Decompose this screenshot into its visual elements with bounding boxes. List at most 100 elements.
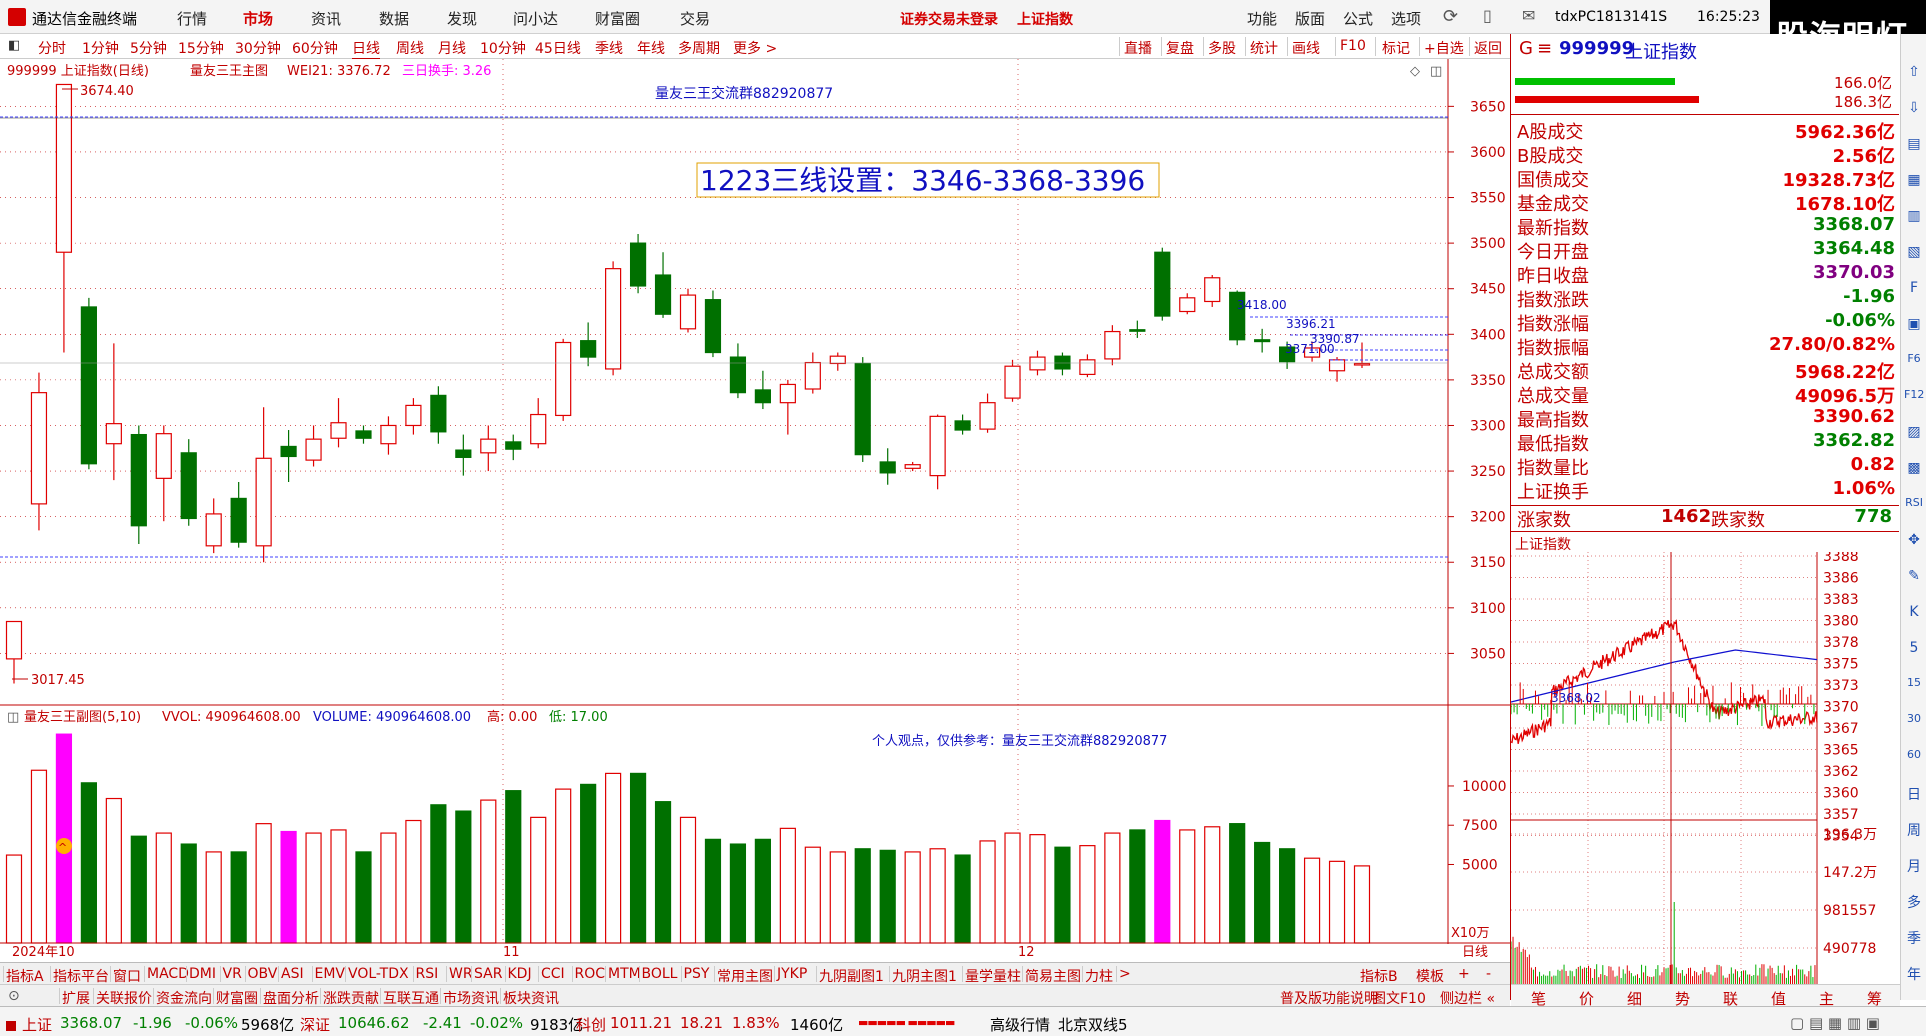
side-年-icon[interactable]: 年	[1904, 964, 1924, 984]
period-tab[interactable]: 周线	[396, 38, 424, 58]
indicator-tab[interactable]: 扩展	[62, 988, 90, 1008]
indicator-tab[interactable]: ROC	[575, 966, 606, 982]
volume-bar[interactable]	[505, 790, 522, 944]
side-chart2-icon[interactable]: ▧	[1904, 244, 1924, 264]
candle-body[interactable]	[854, 362, 871, 456]
indicator-tab[interactable]: MACD	[147, 966, 189, 982]
candle-body[interactable]	[879, 461, 896, 474]
side-move-icon[interactable]: ✥	[1904, 532, 1924, 552]
indicator-tab[interactable]: EMV	[315, 966, 346, 982]
volume-bar[interactable]	[954, 854, 971, 944]
candle-body[interactable]	[629, 242, 647, 287]
side-30-icon[interactable]: 30	[1904, 712, 1924, 732]
sh-label[interactable]: 上证	[22, 1014, 52, 1035]
indicator-tab[interactable]: 涨跌贡献	[323, 988, 379, 1008]
volume-bar[interactable]	[330, 829, 347, 944]
volume-bar[interactable]	[5, 854, 23, 944]
candle-body[interactable]	[530, 413, 547, 445]
volume-bar[interactable]	[430, 804, 447, 944]
volume-bar[interactable]	[1004, 832, 1021, 944]
candle-body[interactable]	[255, 457, 272, 547]
volume-bar[interactable]	[1204, 826, 1221, 944]
volume-bar[interactable]	[704, 838, 722, 944]
indicator-tab[interactable]: 简易主图	[1025, 966, 1081, 986]
indicator-tab[interactable]: 九阴副图1	[819, 966, 884, 986]
volume-bar[interactable]	[1104, 832, 1121, 944]
period-tab[interactable]: 60分钟	[292, 38, 338, 58]
indicator-tab[interactable]: RSI	[416, 966, 439, 982]
candle-body[interactable]	[455, 449, 472, 458]
period-tab[interactable]: 10分钟	[480, 38, 526, 58]
side-pen-icon[interactable]: ✎	[1904, 568, 1924, 588]
candle-body[interactable]	[305, 438, 322, 461]
volume-bar[interactable]	[180, 843, 197, 944]
refresh-icon[interactable]: ⟳	[1443, 6, 1458, 27]
indicator-tab[interactable]: 市场资讯	[443, 988, 499, 1008]
side-15-icon[interactable]: 15	[1904, 676, 1924, 696]
candle-body[interactable]	[1328, 359, 1346, 372]
indicator-tab[interactable]: 指标A	[6, 966, 44, 986]
intraday-mini-chart[interactable]: 3388 3386 3383 3380 3378 3375 3373 3370 3367 3365…	[1511, 552, 1899, 984]
indicator-tab[interactable]: 窗口	[113, 966, 141, 986]
menu-discover[interactable]: 发现	[447, 8, 477, 29]
volume-bar[interactable]	[1029, 834, 1046, 944]
menu-options[interactable]: 选项	[1391, 8, 1421, 29]
sub-header-indicator[interactable]: 量友三王副图(5,10)	[24, 709, 141, 725]
volume-bar[interactable]	[405, 819, 422, 944]
extension-tab[interactable]: 侧边栏 «	[1440, 988, 1495, 1008]
candle-body[interactable]	[330, 422, 347, 439]
volume-bar[interactable]	[305, 832, 322, 944]
side-up-arrow-icon[interactable]: ⇧	[1904, 64, 1924, 84]
candle-body[interactable]	[405, 404, 422, 427]
volume-bar[interactable]	[1328, 860, 1346, 944]
candle-body[interactable]	[1104, 330, 1121, 360]
candle-body[interactable]	[280, 445, 297, 458]
candle-body[interactable]	[480, 438, 497, 454]
menu-ask[interactable]: 问小达	[513, 8, 558, 29]
candle-body[interactable]	[829, 355, 846, 365]
indicator-tab[interactable]: 关联报价	[96, 988, 152, 1008]
candle-body[interactable]	[105, 423, 122, 445]
volume-bar[interactable]	[155, 832, 172, 944]
candle-body[interactable]	[1254, 339, 1271, 343]
indicator-tab[interactable]: WR	[449, 966, 473, 982]
volume-bar[interactable]	[879, 849, 896, 944]
candle-body[interactable]	[704, 299, 722, 354]
volume-bar[interactable]	[854, 848, 871, 944]
candle-body[interactable]	[55, 83, 73, 253]
volume-bar[interactable]	[929, 848, 946, 944]
indicator-tab[interactable]: 力柱	[1085, 966, 1113, 986]
candle-body[interactable]	[904, 464, 921, 469]
side-f12-icon[interactable]: F12	[1904, 388, 1924, 408]
volume-bar[interactable]	[230, 851, 247, 944]
volume-bar[interactable]	[1303, 857, 1321, 944]
status-tool-icons[interactable]: ▢ ▤ ▦ ▥ ▣	[1790, 1014, 1880, 1032]
candle-body[interactable]	[1004, 365, 1021, 399]
candle-body[interactable]	[979, 402, 996, 430]
stats-button[interactable]: 统计	[1250, 38, 1278, 58]
candle-body[interactable]	[729, 356, 747, 394]
indicator-tab[interactable]: CCI	[541, 966, 565, 982]
candle-body[interactable]	[954, 420, 971, 431]
indicator-tab[interactable]: 量学量柱	[965, 966, 1021, 986]
indicator-tab[interactable]: 盘面分析	[263, 988, 319, 1008]
candle-body[interactable]	[430, 394, 447, 433]
window-icon[interactable]: ◫	[1430, 64, 1442, 79]
indicator-tab[interactable]: 互联互通	[383, 988, 439, 1008]
candle-body[interactable]	[929, 415, 946, 477]
toggle-icon[interactable]: ⊙	[8, 988, 20, 1004]
period-tab[interactable]: 年线	[637, 38, 665, 58]
volume-bar[interactable]	[1154, 819, 1171, 944]
side-日-icon[interactable]: 日	[1904, 784, 1924, 804]
volume-bar[interactable]	[555, 788, 572, 944]
volume-bar[interactable]	[754, 838, 771, 944]
period-tab[interactable]: 分时	[38, 38, 66, 58]
volume-bar[interactable]	[1054, 846, 1071, 944]
indicator-tab[interactable]: -	[1486, 966, 1491, 982]
indicator-tab[interactable]: VR	[223, 966, 242, 982]
volume-bar[interactable]	[1079, 845, 1096, 944]
volume-bar[interactable]	[1179, 829, 1196, 944]
candle-body[interactable]	[804, 361, 821, 390]
indicator-tab[interactable]: JYKP	[777, 966, 807, 982]
indicator-tab[interactable]: 九阴主图1	[892, 966, 957, 986]
